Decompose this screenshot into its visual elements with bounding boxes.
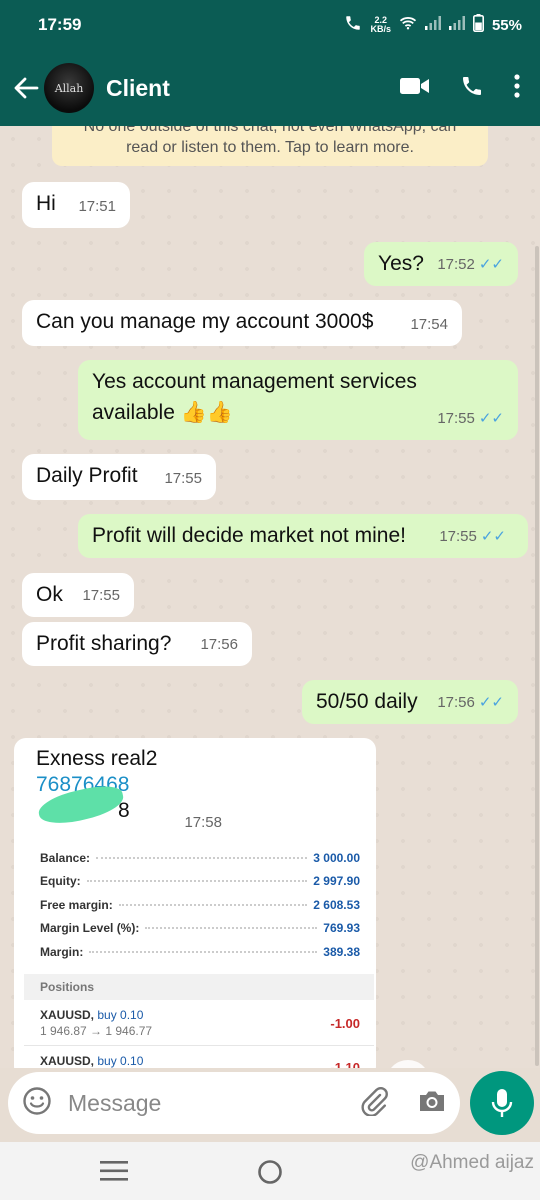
recents-icon[interactable] <box>100 1160 128 1187</box>
message-time: 17:56 ✓✓ <box>437 687 504 718</box>
notice-line-1: No one outside of this chat, not even Wh… <box>83 126 457 135</box>
message-time: 17:56 <box>200 636 238 653</box>
message-text: Profit will decide market not mine! <box>92 524 406 547</box>
margin-row: Margin: 389.38 <box>40 944 360 959</box>
voice-call-icon[interactable] <box>460 74 484 103</box>
wifi-call-icon <box>344 14 362 36</box>
camera-icon[interactable] <box>418 1089 446 1118</box>
position-row: XAUUSD, buy 0.10 -1.10 <box>24 1046 374 1069</box>
message-time: 17:55 ✓✓ <box>439 521 506 552</box>
voice-message-button[interactable] <box>470 1071 534 1135</box>
message-incoming[interactable]: Can you manage my account 3000$ 17:54 <box>22 300 462 346</box>
encryption-notice[interactable]: No one outside of this chat, not even Wh… <box>52 126 488 166</box>
video-call-icon[interactable] <box>400 76 430 101</box>
message-incoming[interactable]: Ok 17:55 <box>22 573 134 617</box>
message-incoming[interactable]: Daily Profit 17:55 <box>22 454 216 500</box>
message-text: Ok <box>36 583 63 606</box>
double-check-icon: ✓✓ <box>478 410 504 427</box>
status-icons: 2.2 KB/s 55% <box>344 14 522 36</box>
contact-avatar[interactable]: Allah <box>44 63 94 113</box>
wifi-icon <box>399 15 417 35</box>
message-outgoing[interactable]: Profit will decide market not mine! 17:5… <box>78 514 528 558</box>
account-screenshot-image[interactable]: Balance: 3 000.00 Equity: 2 997.90 Free ma… <box>24 838 374 1068</box>
double-check-icon: ✓✓ <box>480 528 506 545</box>
signal-icon <box>424 16 441 34</box>
positions-header: Positions <box>24 973 374 1000</box>
chat-scrollbar[interactable] <box>535 246 539 1066</box>
message-outgoing[interactable]: Yes? 17:52 ✓✓ <box>364 242 518 286</box>
message-time: 17:52 ✓✓ <box>437 249 504 280</box>
message-time: 17:55 <box>164 470 202 487</box>
watermark-text: @Ahmed aijaz <box>410 1152 534 1173</box>
message-time: 17:55 ✓✓ <box>437 403 504 434</box>
message-text-line-1: Exness real2 <box>36 747 158 770</box>
arrow-left-icon <box>14 77 39 99</box>
message-composer[interactable]: Message <box>8 1072 460 1134</box>
attach-icon[interactable] <box>360 1086 388 1121</box>
message-text: Profit sharing? <box>36 632 172 655</box>
scroll-to-bottom-button[interactable] <box>386 1060 430 1068</box>
message-text: Hi <box>36 192 56 215</box>
margin-level-row: Margin Level (%): 769.93 <box>40 921 360 936</box>
status-time: 17:59 <box>38 15 82 34</box>
battery-percent: 55% <box>491 16 522 34</box>
message-input[interactable]: Message <box>68 1090 360 1117</box>
message-time: 17:51 <box>78 198 116 215</box>
back-button[interactable] <box>0 50 44 126</box>
message-incoming[interactable]: Profit sharing? 17:56 <box>22 622 252 666</box>
message-incoming[interactable]: Hi 17:51 <box>22 182 130 228</box>
message-time: 17:58 <box>184 814 222 831</box>
message-text-line-1: Yes account management services <box>92 370 417 393</box>
message-text: 50/50 daily <box>316 690 418 713</box>
double-check-icon: ✓✓ <box>478 694 504 711</box>
microphone-icon <box>491 1089 513 1117</box>
emoji-icon[interactable] <box>22 1086 52 1121</box>
message-text: Daily Profit <box>36 464 138 487</box>
message-text: Can you manage my account 3000$ <box>36 310 374 333</box>
balance-row: Balance: 3 000.00 <box>40 850 360 865</box>
message-text: Yes? <box>378 252 424 275</box>
equity-row: Equity: 2 997.90 <box>40 874 360 889</box>
double-check-icon: ✓✓ <box>478 256 504 273</box>
avatar-text: Allah <box>54 81 84 95</box>
position-row: XAUUSD, buy 0.10 1 946.87 → 1 946.77 -1.… <box>24 1000 374 1046</box>
message-outgoing[interactable]: Yes account management services availabl… <box>78 360 518 440</box>
message-outgoing[interactable]: 50/50 daily 17:56 ✓✓ <box>302 680 518 724</box>
status-bar: 17:59 2.2 KB/s 55% <box>0 0 540 50</box>
notice-line-2: read or listen to them. Tap to learn mor… <box>126 139 414 156</box>
message-time: 17:54 <box>410 316 448 333</box>
more-options-icon[interactable] <box>514 73 520 103</box>
contact-name[interactable]: Client <box>106 75 400 102</box>
network-speed: 2.2 KB/s <box>370 15 391 34</box>
home-icon[interactable] <box>257 1159 283 1190</box>
signal-icon-2 <box>448 16 465 34</box>
battery-icon <box>472 14 484 36</box>
free-margin-row: Free margin: 2 608.53 <box>40 897 360 912</box>
message-time: 17:55 <box>82 587 120 604</box>
chat-area[interactable]: No one outside of this chat, not even Wh… <box>0 126 540 1068</box>
chat-header: Allah Client <box>0 50 540 126</box>
